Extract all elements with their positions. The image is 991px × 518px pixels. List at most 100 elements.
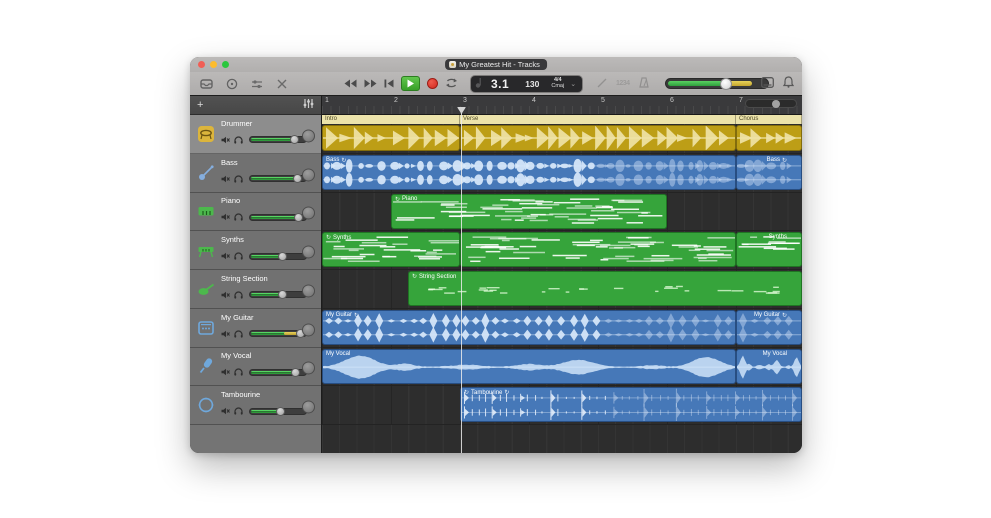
zoom-slider-knob[interactable] xyxy=(772,100,780,108)
lane-tambourine[interactable]: ↻Tambourine↻ xyxy=(322,386,802,425)
volume-knob[interactable] xyxy=(291,368,300,377)
track-header-my-guitar[interactable]: My Guitar xyxy=(190,309,321,348)
volume-slider[interactable] xyxy=(249,136,307,143)
mute-icon[interactable] xyxy=(221,208,230,226)
add-track-button[interactable]: + xyxy=(197,100,203,110)
pan-knob[interactable] xyxy=(302,246,315,259)
arrangement-marker-chorus[interactable]: Chorus xyxy=(736,115,802,124)
mute-icon[interactable] xyxy=(221,170,230,188)
minimize-button[interactable] xyxy=(210,61,217,68)
lane-drummer[interactable]: Intro Verse Chorus xyxy=(322,115,802,154)
lane-synths[interactable]: ↻Synths Synths xyxy=(322,231,802,270)
lane-my-guitar[interactable]: My Guitar↻ My Guitar↻ xyxy=(322,309,802,348)
headphones-icon[interactable] xyxy=(234,208,243,226)
count-in-button[interactable]: 1234 xyxy=(616,80,630,87)
ruler[interactable]: 1 2 3 4 5 6 7 xyxy=(322,96,802,115)
bass-region[interactable]: Bass↻ xyxy=(322,155,736,190)
track-header-piano[interactable]: Piano xyxy=(190,193,321,232)
zoom-slider[interactable] xyxy=(745,99,797,108)
chevron-down-icon[interactable]: ⌄ xyxy=(570,80,576,88)
mute-icon[interactable] xyxy=(221,131,230,149)
pan-knob[interactable] xyxy=(302,168,315,181)
lane-bass[interactable]: Bass↻ Bass↻ xyxy=(322,154,802,193)
bass-loop-region[interactable]: Bass↻ xyxy=(736,155,802,190)
volume-knob[interactable] xyxy=(293,174,302,183)
drummer-region[interactable] xyxy=(736,125,802,151)
volume-knob[interactable] xyxy=(276,407,285,416)
editors-icon[interactable] xyxy=(273,76,290,91)
track-header-my-vocal[interactable]: My Vocal xyxy=(190,348,321,387)
close-button[interactable] xyxy=(198,61,205,68)
drummer-region[interactable] xyxy=(322,125,460,151)
mixer-icon[interactable] xyxy=(303,96,314,114)
track-header-string-section[interactable]: String Section xyxy=(190,270,321,309)
track-header-synths[interactable]: Synths xyxy=(190,231,321,270)
headphones-icon[interactable] xyxy=(234,170,243,188)
synths-region[interactable] xyxy=(460,232,736,267)
mute-icon[interactable] xyxy=(221,286,230,304)
metronome-icon[interactable] xyxy=(639,75,649,93)
drummer-region[interactable] xyxy=(460,125,736,151)
guitar-loop-region[interactable]: My Guitar↻ xyxy=(736,310,802,345)
pan-knob[interactable] xyxy=(302,129,315,142)
piano-region[interactable]: ↻Piano xyxy=(391,194,667,229)
arrangement-marker-intro[interactable]: Intro xyxy=(322,115,460,124)
pan-knob[interactable] xyxy=(302,401,315,414)
notifications-bell-icon[interactable] xyxy=(783,75,794,93)
master-volume-knob[interactable] xyxy=(720,78,732,90)
vocal-loop-region[interactable]: My Vocal xyxy=(736,349,802,384)
volume-knob[interactable] xyxy=(278,290,287,299)
volume-slider[interactable] xyxy=(249,175,307,182)
lane-piano[interactable]: ↻Piano xyxy=(322,193,802,232)
play-button[interactable] xyxy=(401,76,420,91)
string-section-region[interactable]: ↻String Section xyxy=(408,271,802,306)
lcd-display[interactable]: 3.1 130 4/4 Cmaj ⌄ xyxy=(470,75,583,93)
library-icon[interactable] xyxy=(198,76,215,91)
timeline[interactable]: 1 2 3 4 5 6 7 Intro Verse Chorus xyxy=(322,96,802,453)
track-header-drummer[interactable]: Drummer xyxy=(190,115,321,154)
synths-region[interactable]: ↻Synths xyxy=(322,232,460,267)
lane-my-vocal[interactable]: My Vocal My Vocal xyxy=(322,348,802,387)
headphones-icon[interactable] xyxy=(234,131,243,149)
tuner-icon[interactable] xyxy=(597,75,607,93)
cycle-button[interactable] xyxy=(445,75,458,93)
synths-loop-region[interactable]: Synths xyxy=(736,232,802,267)
pan-knob[interactable] xyxy=(302,207,315,220)
forward-button[interactable] xyxy=(364,75,377,93)
volume-slider[interactable] xyxy=(249,253,307,260)
record-button[interactable] xyxy=(427,78,438,89)
smart-controls-icon[interactable] xyxy=(248,76,265,91)
arrangement-marker-verse[interactable]: Verse xyxy=(460,115,736,124)
pan-knob[interactable] xyxy=(302,362,315,375)
mute-icon[interactable] xyxy=(221,402,230,420)
display-mode-icon[interactable] xyxy=(761,75,774,93)
mute-icon[interactable] xyxy=(221,247,230,265)
headphones-icon[interactable] xyxy=(234,363,243,381)
track-header-tambourine[interactable]: Tambourine xyxy=(190,386,321,425)
zoom-button[interactable] xyxy=(222,61,229,68)
go-to-beginning-button[interactable] xyxy=(384,75,394,93)
volume-slider[interactable] xyxy=(249,408,307,415)
pan-knob[interactable] xyxy=(302,284,315,297)
volume-slider[interactable] xyxy=(249,291,307,298)
empty-lane-area[interactable] xyxy=(322,425,802,453)
tambourine-region[interactable]: ↻Tambourine↻ xyxy=(460,387,802,422)
quick-help-icon[interactable] xyxy=(223,76,240,91)
volume-slider[interactable] xyxy=(249,369,307,376)
volume-slider[interactable] xyxy=(249,214,307,221)
master-volume-slider[interactable] xyxy=(665,78,769,89)
volume-knob[interactable] xyxy=(278,252,287,261)
headphones-icon[interactable] xyxy=(234,247,243,265)
headphones-icon[interactable] xyxy=(234,286,243,304)
vocal-region[interactable]: My Vocal xyxy=(322,349,736,384)
guitar-region[interactable]: My Guitar↻ xyxy=(322,310,736,345)
mute-icon[interactable] xyxy=(221,325,230,343)
volume-slider[interactable] xyxy=(249,330,307,337)
pan-knob[interactable] xyxy=(302,323,315,336)
mute-icon[interactable] xyxy=(221,363,230,381)
headphones-icon[interactable] xyxy=(234,325,243,343)
track-header-bass[interactable]: Bass xyxy=(190,154,321,193)
lane-string-section[interactable]: ↻String Section xyxy=(322,270,802,309)
volume-knob[interactable] xyxy=(290,135,299,144)
headphones-icon[interactable] xyxy=(234,402,243,420)
